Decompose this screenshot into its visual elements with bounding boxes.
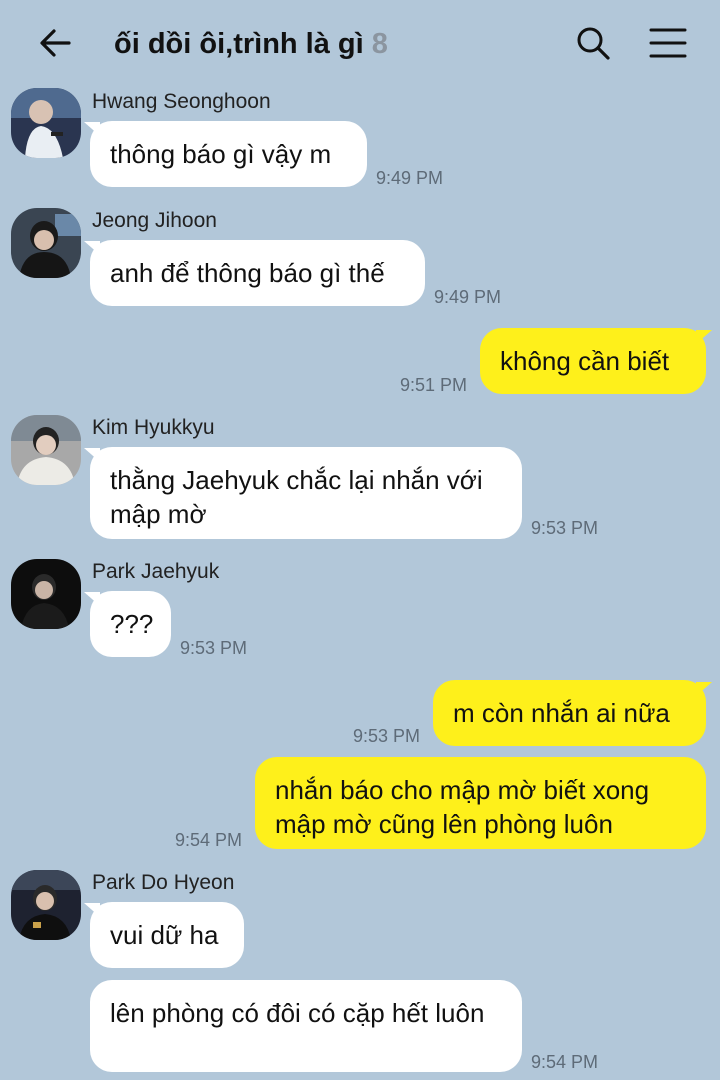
message-bubble[interactable]: thằng Jaehyuk chắc lại nhắn với mập mờ [90,447,522,539]
message-time: 9:54 PM [531,1052,599,1072]
message-time: 9:53 PM [531,518,599,538]
sender-name: Jeong Jihoon [92,209,217,232]
message-bubble[interactable]: m còn nhắn ai nữa [433,680,706,746]
bubble-tail [696,330,712,344]
back-button[interactable] [34,22,76,64]
message-time: 9:49 PM [434,287,502,307]
message-bubble[interactable]: nhắn báo cho mập mờ biết xong mập mờ cũn… [255,757,706,849]
message-bubble[interactable]: vui dữ ha [90,902,244,968]
menu-button[interactable] [646,22,690,64]
message-time: 9:49 PM [376,168,444,188]
message-time: 9:53 PM [180,638,248,658]
avatar[interactable] [11,559,81,629]
sender-name: Park Do Hyeon [92,871,235,894]
chat-header: ối dồi ôi,trình là gì 8 [0,0,720,88]
message-time: 9:54 PM [175,830,243,850]
message-bubble[interactable]: ??? [90,591,171,657]
search-button[interactable] [572,22,614,64]
avatar[interactable] [11,415,81,485]
arrow-left-icon [40,29,71,57]
avatar[interactable] [11,88,81,158]
message-time: 9:53 PM [353,726,421,746]
member-count: 8 [371,27,388,60]
message-bubble[interactable]: không cần biết [480,328,706,394]
chat-room-name: ối dồi ôi,trình là gì [114,27,364,60]
avatar[interactable] [11,208,81,278]
bubble-tail [696,682,712,696]
avatar[interactable] [11,870,81,940]
sender-name: Hwang Seonghoon [92,90,271,113]
sender-name: Kim Hyukkyu [92,416,215,439]
chat-title: ối dồi ôi,trình là gì 8 [114,24,388,64]
sender-name: Park Jaehyuk [92,560,220,583]
hamburger-menu-icon [649,28,687,58]
search-icon [577,27,610,60]
message-bubble[interactable]: lên phòng có đôi có cặp hết luôn [90,980,522,1072]
message-bubble[interactable]: anh để thông báo gì thế [90,240,425,306]
message-bubble[interactable]: thông báo gì vậy m [90,121,367,187]
message-time: 9:51 PM [400,375,468,395]
